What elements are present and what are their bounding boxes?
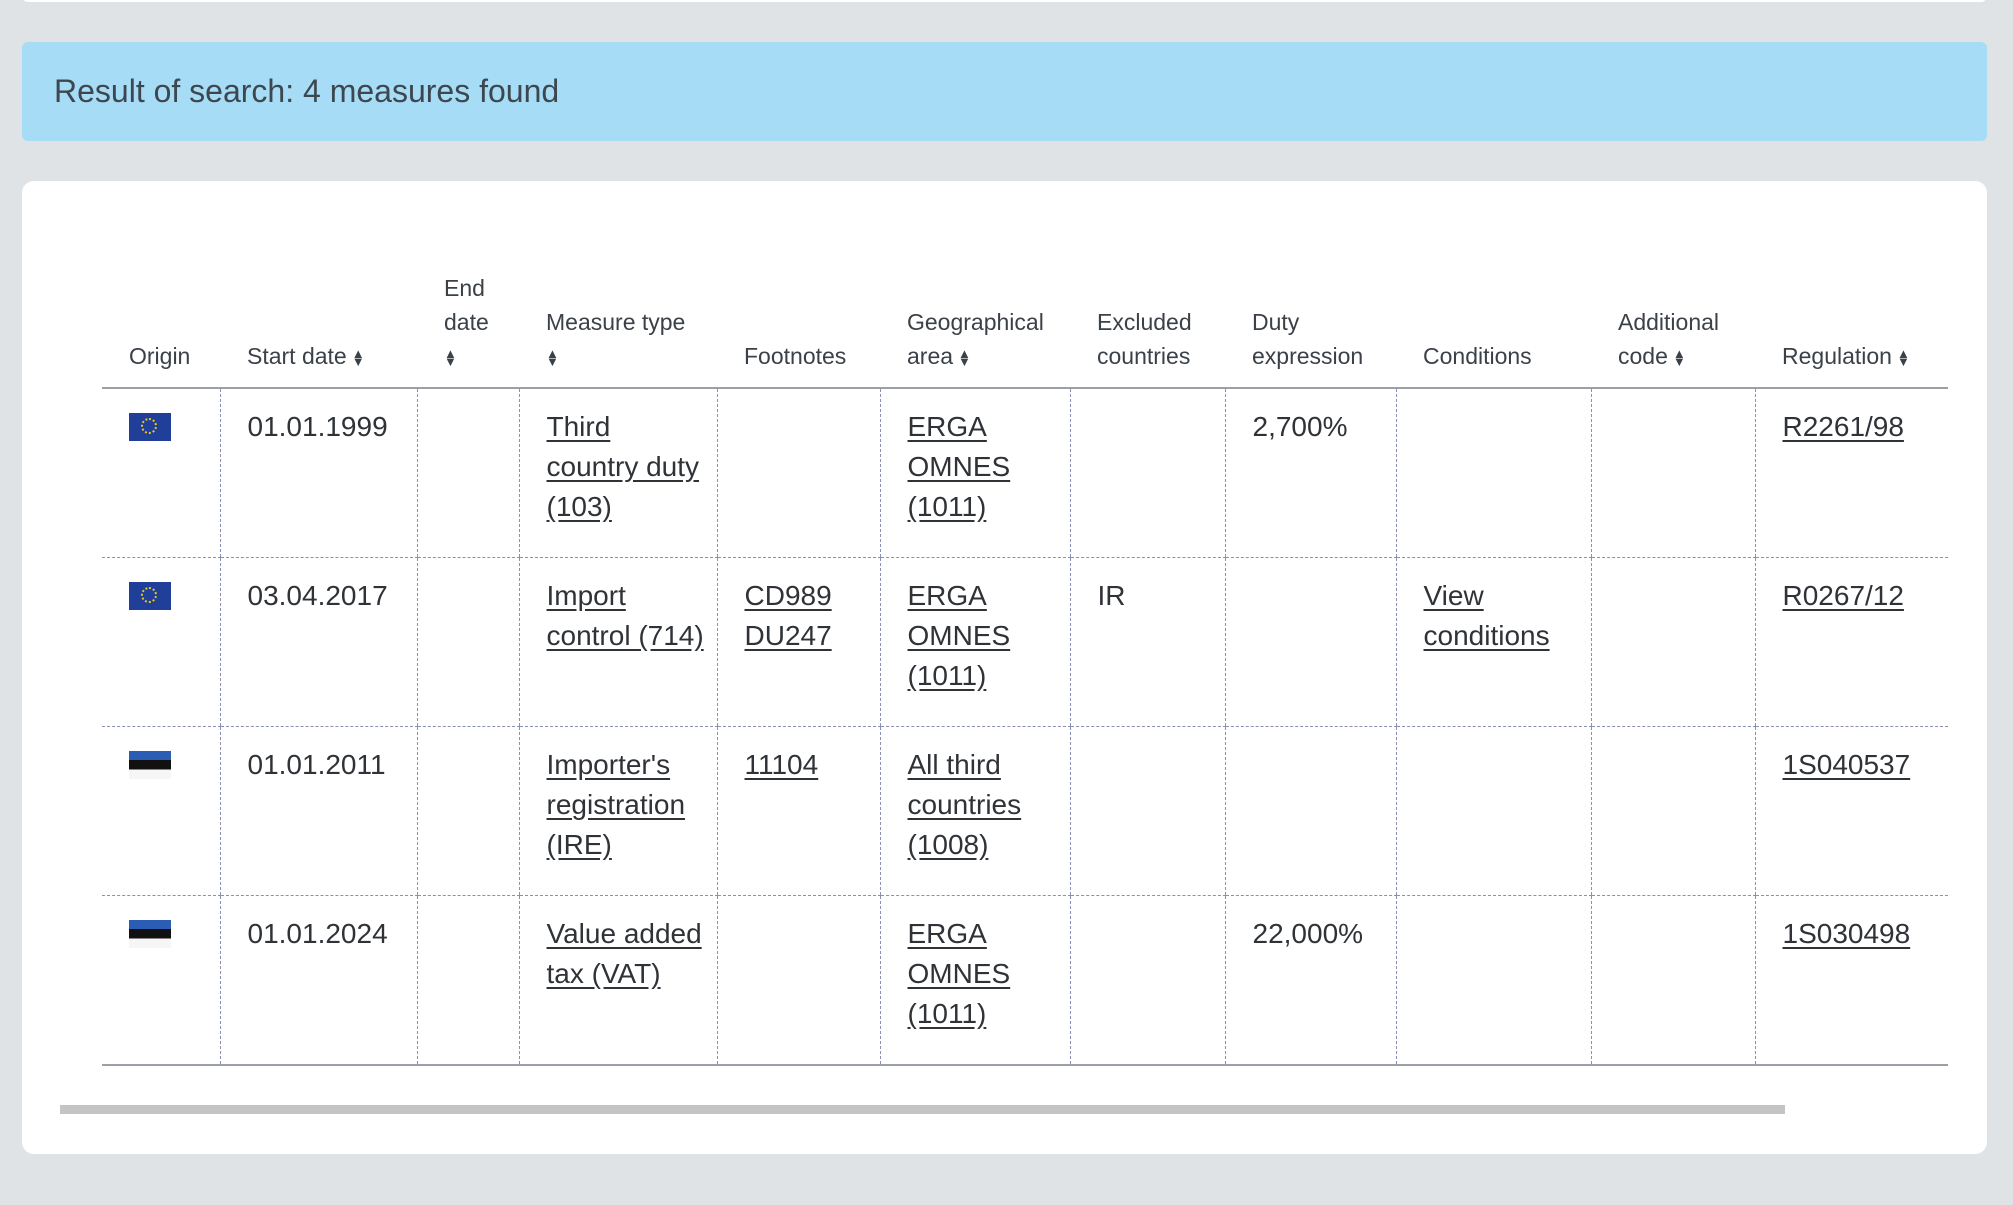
sort-icon[interactable]: ▲ ▼ bbox=[546, 347, 559, 368]
cell-origin bbox=[102, 557, 220, 727]
cell-geographical-area: ERGA OMNES (1011) bbox=[879, 895, 1070, 1066]
cell-excluded-countries bbox=[1069, 726, 1225, 896]
header-footnotes: Footnotes bbox=[717, 271, 880, 389]
cell-additional-code bbox=[1590, 726, 1755, 896]
cell-excluded-countries bbox=[1069, 388, 1225, 558]
cell-geographical-area: All third countries (1008) bbox=[879, 726, 1070, 896]
sort-icon[interactable]: ▲ ▼ bbox=[1673, 347, 1686, 368]
cell-measure-type: Third country duty (103) bbox=[518, 388, 717, 558]
footnote-link[interactable]: 11104 bbox=[745, 749, 819, 780]
header-measure-type[interactable]: Measure type ▲ ▼ bbox=[519, 271, 717, 389]
result-banner-text: Result of search: 4 measures found bbox=[54, 73, 560, 109]
regulation-link[interactable]: 1S040537 bbox=[1783, 749, 1911, 780]
cell-conditions: View conditions bbox=[1395, 557, 1591, 727]
view-conditions-link[interactable]: View conditions bbox=[1424, 580, 1550, 651]
cell-conditions bbox=[1395, 895, 1591, 1066]
measure-type-link[interactable]: Importer's registration (IRE) bbox=[547, 749, 686, 860]
measures-card: Origin Start date ▲ ▼ End date ▲ ▼ Measure t… bbox=[22, 181, 1987, 1154]
regulation-link[interactable]: R0267/12 bbox=[1783, 580, 1904, 611]
header-duty-expression: Duty expression bbox=[1225, 271, 1396, 389]
cell-conditions bbox=[1395, 726, 1591, 896]
sort-icon[interactable]: ▲ ▼ bbox=[1897, 347, 1910, 368]
cell-end-date bbox=[416, 726, 519, 896]
cell-origin bbox=[102, 726, 220, 896]
cell-measure-type: Value added tax (VAT) bbox=[518, 895, 717, 1066]
footnote-link[interactable]: DU247 bbox=[745, 620, 832, 651]
header-end-date[interactable]: End date ▲ ▼ bbox=[417, 271, 519, 389]
eu-flag-icon bbox=[129, 413, 171, 441]
cell-conditions bbox=[1395, 388, 1591, 558]
result-banner: Result of search: 4 measures found bbox=[22, 42, 1987, 141]
cell-excluded-countries: IR bbox=[1069, 557, 1225, 727]
regulation-link[interactable]: 1S030498 bbox=[1783, 918, 1911, 949]
measure-type-link[interactable]: Import control (714) bbox=[547, 580, 704, 651]
cell-regulation: R0267/12 bbox=[1754, 557, 1948, 727]
cell-duty-expression bbox=[1224, 726, 1396, 896]
regulation-link[interactable]: R2261/98 bbox=[1783, 411, 1904, 442]
cell-end-date bbox=[416, 388, 519, 558]
cell-footnotes bbox=[716, 895, 880, 1066]
cell-geographical-area: ERGA OMNES (1011) bbox=[879, 557, 1070, 727]
cell-origin bbox=[102, 895, 220, 1066]
table-header-row: Origin Start date ▲ ▼ End date ▲ ▼ Measure t… bbox=[102, 271, 1948, 389]
cell-duty-expression: 2,700% bbox=[1224, 388, 1396, 558]
estonia-flag-icon bbox=[129, 920, 171, 948]
cell-origin bbox=[102, 388, 220, 558]
table-row: 03.04.2017 Import control (714) CD989 DU2… bbox=[102, 557, 1948, 727]
table-row: 01.01.1999 Third country duty (103) ERGA… bbox=[102, 388, 1948, 558]
cell-footnotes: CD989 DU247 bbox=[716, 557, 880, 727]
cell-regulation: R2261/98 bbox=[1754, 388, 1948, 558]
measure-type-link[interactable]: Value added tax (VAT) bbox=[547, 918, 702, 989]
sort-icon[interactable]: ▲ ▼ bbox=[958, 347, 971, 368]
cell-geographical-area: ERGA OMNES (1011) bbox=[879, 388, 1070, 558]
cell-end-date bbox=[416, 557, 519, 727]
geographical-area-link[interactable]: ERGA OMNES (1011) bbox=[908, 580, 1011, 691]
cell-additional-code bbox=[1590, 895, 1755, 1066]
header-conditions: Conditions bbox=[1396, 271, 1591, 389]
cell-additional-code bbox=[1590, 388, 1755, 558]
header-geographical-area[interactable]: Geographical area ▲ ▼ bbox=[880, 271, 1070, 389]
cell-additional-code bbox=[1590, 557, 1755, 727]
table-row: 01.01.2024 Value added tax (VAT) ERGA OM… bbox=[102, 895, 1948, 1066]
sort-icon[interactable]: ▲ ▼ bbox=[444, 347, 457, 368]
cell-excluded-countries bbox=[1069, 895, 1225, 1066]
footnote-link[interactable]: CD989 bbox=[745, 580, 832, 611]
measures-table-wrapper: Origin Start date ▲ ▼ End date ▲ ▼ Measure t… bbox=[102, 271, 1970, 1066]
measures-table: Origin Start date ▲ ▼ End date ▲ ▼ Measure t… bbox=[102, 271, 1948, 1066]
cell-duty-expression bbox=[1224, 557, 1396, 727]
horizontal-scrollbar[interactable] bbox=[60, 1105, 1950, 1115]
cell-start-date: 01.01.2024 bbox=[219, 895, 417, 1066]
geographical-area-link[interactable]: All third countries (1008) bbox=[908, 749, 1022, 860]
cell-duty-expression: 22,000% bbox=[1224, 895, 1396, 1066]
header-origin: Origin bbox=[102, 271, 220, 389]
sort-icon[interactable]: ▲ ▼ bbox=[352, 347, 365, 368]
header-regulation[interactable]: Regulation ▲ ▼ bbox=[1755, 271, 1948, 389]
header-start-date[interactable]: Start date ▲ ▼ bbox=[220, 271, 417, 389]
cell-regulation: 1S040537 bbox=[1754, 726, 1948, 896]
header-excluded-countries: Excluded countries bbox=[1070, 271, 1225, 389]
cell-start-date: 01.01.1999 bbox=[219, 388, 417, 558]
previous-card-edge bbox=[22, 0, 1987, 2]
horizontal-scrollbar-thumb[interactable] bbox=[60, 1105, 1785, 1114]
cell-regulation: 1S030498 bbox=[1754, 895, 1948, 1066]
cell-end-date bbox=[416, 895, 519, 1066]
cell-footnotes: 11104 bbox=[716, 726, 880, 896]
geographical-area-link[interactable]: ERGA OMNES (1011) bbox=[908, 918, 1011, 1029]
cell-start-date: 01.01.2011 bbox=[219, 726, 417, 896]
estonia-flag-icon bbox=[129, 751, 171, 779]
geographical-area-link[interactable]: ERGA OMNES (1011) bbox=[908, 411, 1011, 522]
table-row: 01.01.2011 Importer's registration (IRE)… bbox=[102, 726, 1948, 896]
measure-type-link[interactable]: Third country duty (103) bbox=[547, 411, 700, 522]
cell-footnotes bbox=[716, 388, 880, 558]
eu-flag-icon bbox=[129, 582, 171, 610]
cell-measure-type: Import control (714) bbox=[518, 557, 717, 727]
cell-measure-type: Importer's registration (IRE) bbox=[518, 726, 717, 896]
header-additional-code[interactable]: Additional code ▲ ▼ bbox=[1591, 271, 1755, 389]
cell-start-date: 03.04.2017 bbox=[219, 557, 417, 727]
